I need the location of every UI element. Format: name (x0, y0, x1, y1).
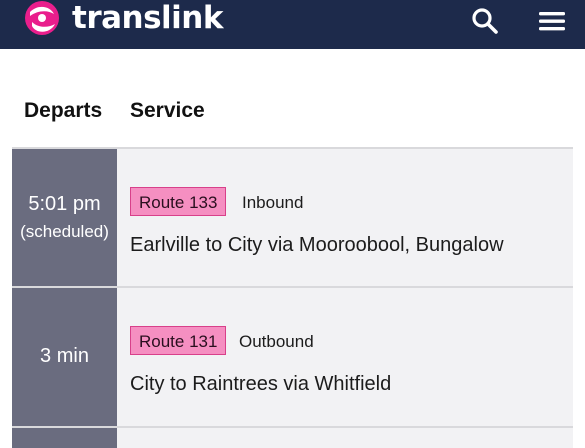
direction-label: Outbound (239, 332, 314, 351)
departure-time: 3 min (40, 345, 89, 367)
route-badge[interactable]: Route 131 (130, 326, 227, 355)
departure-time-cell: 5:01 pm (scheduled) (12, 149, 117, 287)
app-header: translink (0, 0, 585, 49)
departure-row[interactable] (12, 426, 573, 448)
column-header-departs: Departs (24, 99, 103, 122)
service-description: Earlville to City via Mooroobool, Bungal… (130, 234, 504, 256)
route-badge[interactable]: Route 133 (130, 187, 227, 216)
departure-row[interactable]: 5:01 pm (scheduled) Route 133 Inbound Ea… (12, 147, 573, 287)
translink-logo-icon (25, 1, 59, 35)
column-header-service: Service (130, 99, 205, 122)
departure-time-cell: 3 min (12, 288, 117, 427)
departure-time: 5:01 pm (28, 193, 101, 215)
hamburger-menu-icon[interactable] (536, 6, 568, 36)
brand-name[interactable]: translink (72, 0, 223, 38)
departure-row[interactable]: 3 min Route 131 Outbound City to Raintre… (12, 286, 573, 427)
departure-time-note: (scheduled) (20, 222, 109, 241)
departure-time-cell (12, 428, 117, 448)
service-description: City to Raintrees via Whitfield (130, 373, 392, 395)
direction-label: Inbound (242, 193, 304, 212)
search-icon[interactable] (470, 6, 500, 36)
